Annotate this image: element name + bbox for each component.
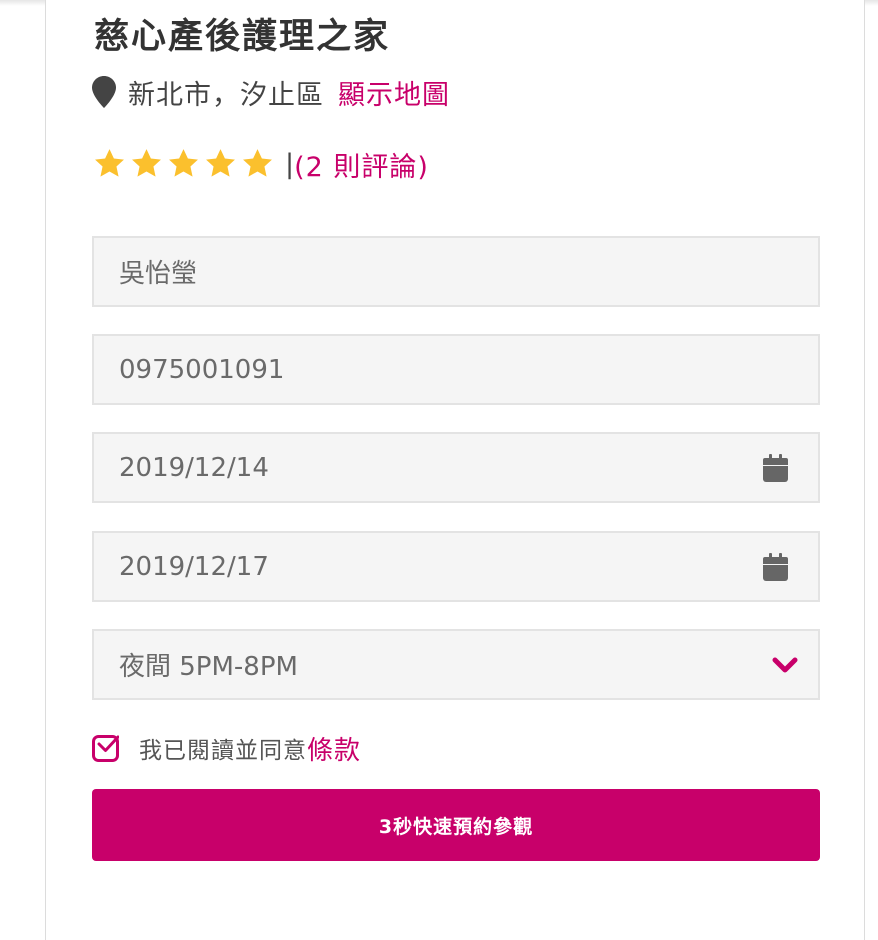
name-input-value: 吳怡瑩 — [119, 259, 198, 289]
terms-agreement: 我已閱讀並同意 條款 — [92, 728, 361, 768]
map-pin-icon — [92, 76, 116, 108]
show-map-link[interactable]: 顯示地圖 — [338, 73, 450, 112]
phone-input[interactable]: 0975001091 — [92, 334, 820, 405]
star-icon — [95, 149, 124, 177]
star-icon — [169, 149, 198, 177]
phone-input-value: 0975001091 — [119, 354, 285, 385]
quick-booking-button[interactable]: 3秒快速預約參觀 — [92, 789, 820, 861]
end-date-input[interactable]: 2019/12/17 — [92, 531, 820, 602]
name-input[interactable]: 吳怡瑩 — [92, 236, 820, 307]
location-text: 新北市，汐止區 — [128, 79, 324, 111]
time-slot-select[interactable]: 夜間 5PM-8PM — [92, 629, 820, 700]
agree-text: 我已閱讀並同意 — [139, 738, 307, 764]
checkbox-checked-icon[interactable] — [92, 734, 119, 762]
star-icon — [206, 149, 235, 177]
end-date-value: 2019/12/17 — [119, 551, 269, 582]
star-icon — [132, 149, 161, 177]
terms-link[interactable]: 條款 — [307, 730, 361, 767]
reviews-link[interactable]: (2 則評論) — [294, 145, 429, 184]
star-rating — [92, 147, 277, 181]
facility-location: 新北市，汐止區 顯示地圖 — [92, 72, 450, 112]
time-slot-value: 夜間 5PM-8PM — [119, 652, 298, 682]
chevron-down-icon — [772, 657, 798, 673]
calendar-icon[interactable] — [763, 454, 788, 482]
calendar-icon[interactable] — [763, 553, 788, 581]
start-date-input[interactable]: 2019/12/14 — [92, 432, 820, 503]
star-icon — [243, 149, 272, 177]
rating-row: | (2 則評論) — [92, 143, 429, 185]
facility-name: 慈心產後護理之家 — [94, 17, 391, 57]
start-date-value: 2019/12/14 — [119, 452, 269, 483]
rating-separator: | — [285, 148, 295, 180]
